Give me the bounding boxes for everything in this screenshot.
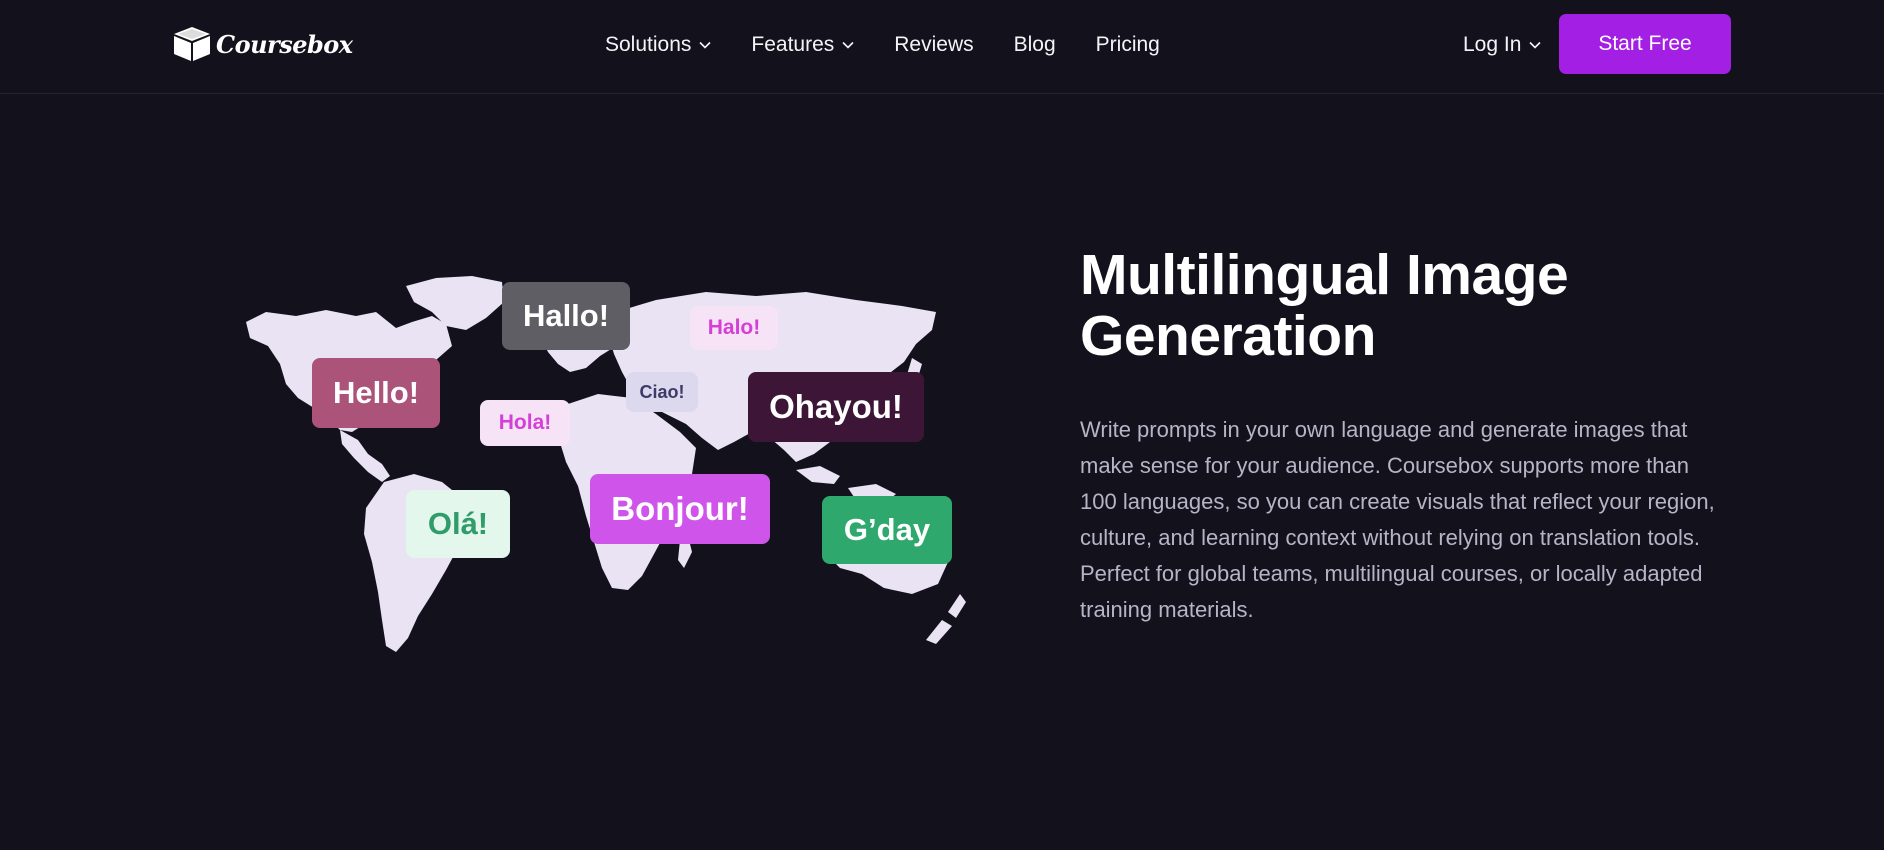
nav-blog[interactable]: Blog [1014, 33, 1056, 57]
chevron-down-icon [699, 41, 711, 49]
nav-features-label: Features [751, 33, 835, 56]
nav-reviews[interactable]: Reviews [894, 33, 973, 57]
greeting-gday: G’day [822, 496, 952, 564]
greeting-ciao: Ciao! [626, 372, 698, 412]
nav-blog-label: Blog [1013, 33, 1056, 56]
section-description: Write prompts in your own language and g… [1080, 417, 1715, 622]
nav-pricing[interactable]: Pricing [1096, 33, 1160, 57]
greeting-hallo: Hallo! [502, 282, 630, 350]
login-label: Log In [1463, 33, 1522, 56]
start-free-button[interactable]: Start Free [1559, 14, 1731, 74]
greeting-hola: Hola! [480, 400, 570, 446]
main-nav: Solutions Features Reviews Blog Pricing [605, 28, 1160, 62]
nav-pricing-label: Pricing [1095, 33, 1160, 56]
nav-solutions-label: Solutions [605, 33, 692, 56]
world-map-illustration: Hallo! Halo! Hello! Ciao! Hola! Ohayou! … [236, 272, 966, 662]
nav-solutions[interactable]: Solutions [605, 33, 711, 57]
chevron-down-icon [842, 41, 854, 49]
greeting-halo: Halo! [690, 306, 778, 350]
nav-features[interactable]: Features [751, 33, 854, 57]
logo-text: Coursebox [216, 29, 353, 59]
site-header: Coursebox Solutions Features Reviews Blo… [0, 0, 1884, 94]
greeting-bonjour: Bonjour! [590, 474, 770, 544]
greeting-hello: Hello! [312, 358, 440, 428]
greeting-ohayou: Ohayou! [748, 372, 924, 442]
box-logo-icon [174, 27, 210, 61]
login-dropdown[interactable]: Log In [1463, 28, 1541, 62]
greeting-ola: Olá! [406, 490, 510, 558]
chevron-down-icon [1529, 41, 1541, 49]
section-title: Multilingual Image Generation [1080, 243, 1569, 368]
nav-reviews-label: Reviews [894, 33, 974, 56]
logo-link[interactable]: Coursebox [172, 24, 353, 64]
